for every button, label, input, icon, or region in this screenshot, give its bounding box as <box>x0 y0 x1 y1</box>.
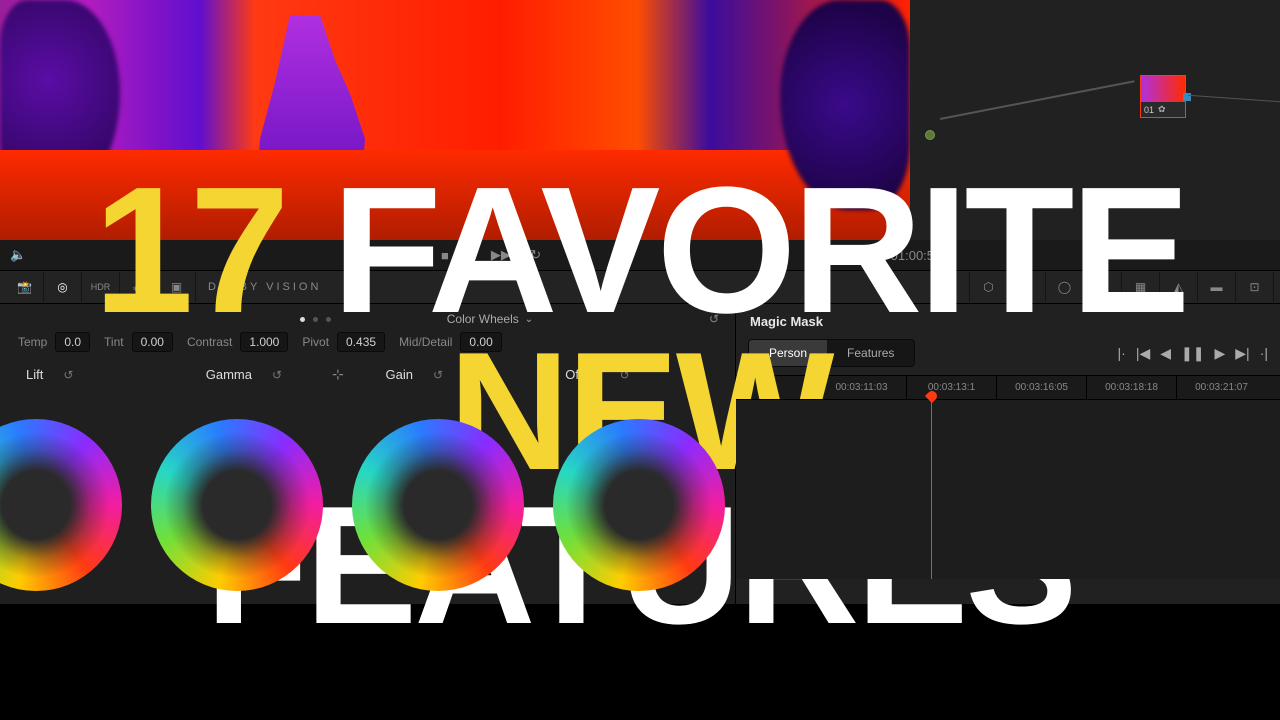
playhead[interactable] <box>926 391 937 579</box>
magic-mask-icon[interactable]: ▦ <box>1122 272 1160 302</box>
wheel-nub[interactable] <box>433 501 442 510</box>
rgb-mixer-icon[interactable]: ⁂ <box>120 272 158 302</box>
lift-label: Lift <box>26 367 43 382</box>
tracker-icon[interactable]: ✛ <box>1084 272 1122 302</box>
tc-mark: 00:03:16:05 <box>996 376 1086 399</box>
tab-features[interactable]: Features <box>827 340 914 366</box>
key-icon[interactable]: ▬ <box>1198 272 1236 302</box>
viewer-content <box>0 150 910 240</box>
pivot-label: Pivot <box>302 335 329 349</box>
middetail-adjust[interactable]: Mid/Detail 0.00 <box>399 332 502 352</box>
tc-mark: 00:03:18:18 <box>1086 376 1176 399</box>
tc-mark: 00:03:11:03 <box>816 376 906 399</box>
temp-value[interactable]: 0.0 <box>55 332 90 352</box>
last-icon[interactable]: ·| <box>1260 345 1268 362</box>
pivot-value[interactable]: 0.435 <box>337 332 385 352</box>
temp-adjust[interactable]: Temp 0.0 <box>18 332 90 352</box>
node-action-icon[interactable]: ✿ <box>1158 104 1166 115</box>
next-frame-icon[interactable]: ▶▶| <box>491 247 514 263</box>
mask-timeline-ruler[interactable]: 00:03:11:03 00:03:13:1 00:03:16:05 00:03… <box>736 375 1280 399</box>
tc-mark: 00:03:13:1 <box>906 376 996 399</box>
magic-mask-panel: Magic Mask Person Features |· |◀ ◀ ❚❚ ▶ … <box>735 304 1280 604</box>
wheel-nub[interactable] <box>233 501 242 510</box>
play-icon[interactable]: ▶ <box>465 247 475 263</box>
gamma-wheel[interactable] <box>151 419 323 591</box>
reset-icon[interactable]: ↺ <box>433 368 443 382</box>
reset-icon[interactable]: ↺ <box>272 368 282 382</box>
color-wheel-icon[interactable]: ◎ <box>44 272 82 302</box>
step-back-icon[interactable]: ◀ <box>1160 345 1171 362</box>
mask-transport: |· |◀ ◀ ❚❚ ▶ ▶| ·| <box>1118 345 1268 362</box>
volume-icon[interactable]: 🔈 <box>10 247 26 263</box>
viewer[interactable]: ➤ <box>0 0 910 240</box>
blur-icon[interactable]: ◭ <box>1160 272 1198 302</box>
panel-title[interactable]: Color Wheels <box>447 312 519 326</box>
transport-bar: 🔈 |◀◀ ◀ ■ ▶ ▶▶| ↻ 01:00:5 <box>0 240 1280 270</box>
contrast-label: Contrast <box>187 335 232 349</box>
mask-timeline[interactable] <box>736 399 1280 579</box>
qualifier-icon[interactable]: ✎ <box>1008 272 1046 302</box>
node-connection <box>1188 95 1280 102</box>
playhead-icon[interactable] <box>925 389 939 403</box>
tint-label: Tint <box>104 335 124 349</box>
gain-label: Gain <box>386 367 413 382</box>
sizing-icon[interactable]: ⊡ <box>1236 272 1274 302</box>
middetail-label: Mid/Detail <box>399 335 452 349</box>
motion-effects-icon[interactable]: ▣ <box>158 272 196 302</box>
node-id: 01 <box>1144 105 1154 115</box>
camera-raw-icon[interactable]: 📸 <box>6 272 44 302</box>
mask-tabs[interactable]: Person Features <box>748 339 915 367</box>
color-wheels-panel: Color Wheels ⌄ ↺ Temp 0.0 Tint 0.00 Cont… <box>0 304 735 604</box>
tint-adjust[interactable]: Tint 0.00 <box>104 332 173 352</box>
playhead-line <box>931 391 932 579</box>
step-fwd-icon[interactable]: ▶ <box>1215 345 1226 362</box>
offset-wheel[interactable] <box>553 419 725 591</box>
loop-icon[interactable]: ↻ <box>530 247 541 263</box>
pick-icon[interactable]: ⊹ <box>332 366 344 383</box>
offset-label: Offset <box>565 367 599 382</box>
contrast-adjust[interactable]: Contrast 1.000 <box>187 332 288 352</box>
reset-icon[interactable]: ↺ <box>709 312 735 326</box>
timecode[interactable]: 01:00:5 <box>891 248 934 263</box>
color-toolbar: 📸 ◎ HDR ⁂ ▣ DOLBY VISION ∿ ⬡ ✎ ◯ ✛ ▦ ◭ ▬… <box>0 270 1280 304</box>
next-clip-icon[interactable]: ▶| <box>1235 345 1249 362</box>
reset-icon[interactable]: ↺ <box>63 368 73 382</box>
gain-wheel[interactable] <box>352 419 524 591</box>
contrast-value[interactable]: 1.000 <box>240 332 288 352</box>
lift-wheel[interactable] <box>0 419 122 591</box>
node-thumbnail <box>1141 76 1185 102</box>
first-frame-icon[interactable]: |◀◀ <box>376 247 399 263</box>
curves-icon[interactable]: ∿ <box>932 272 970 302</box>
tint-value[interactable]: 0.00 <box>132 332 173 352</box>
stop-icon[interactable]: ■ <box>441 248 449 263</box>
wheel-nub[interactable] <box>32 501 41 510</box>
node-input-icon[interactable] <box>925 130 935 140</box>
gamma-label: Gamma <box>206 367 252 382</box>
chevron-down-icon[interactable]: ⌄ <box>525 314 533 325</box>
first-icon[interactable]: |· <box>1118 345 1126 362</box>
wheel-nub[interactable] <box>634 501 643 510</box>
node[interactable]: 01 ✿ <box>1140 75 1186 118</box>
window-icon[interactable]: ◯ <box>1046 272 1084 302</box>
prev-frame-icon[interactable]: ◀ <box>415 247 425 263</box>
dolby-vision-label[interactable]: DOLBY VISION <box>196 281 333 293</box>
node-output-icon[interactable] <box>1183 93 1191 101</box>
reset-icon[interactable]: ↺ <box>620 368 630 382</box>
prev-clip-icon[interactable]: |◀ <box>1136 345 1150 362</box>
temp-label: Temp <box>18 335 47 349</box>
middetail-value[interactable]: 0.00 <box>460 332 501 352</box>
tc-mark: 00:03:21:07 <box>1176 376 1266 399</box>
color-warper-icon[interactable]: ⬡ <box>970 272 1008 302</box>
node-connection <box>940 80 1135 120</box>
hdr-icon[interactable]: HDR <box>82 272 120 302</box>
pivot-adjust[interactable]: Pivot 0.435 <box>302 332 385 352</box>
magic-mask-title: Magic Mask <box>736 304 1280 335</box>
pause-icon[interactable]: ❚❚ <box>1181 345 1204 362</box>
node-editor[interactable]: 01 ✿ <box>910 0 1280 240</box>
tab-person[interactable]: Person <box>749 340 827 366</box>
